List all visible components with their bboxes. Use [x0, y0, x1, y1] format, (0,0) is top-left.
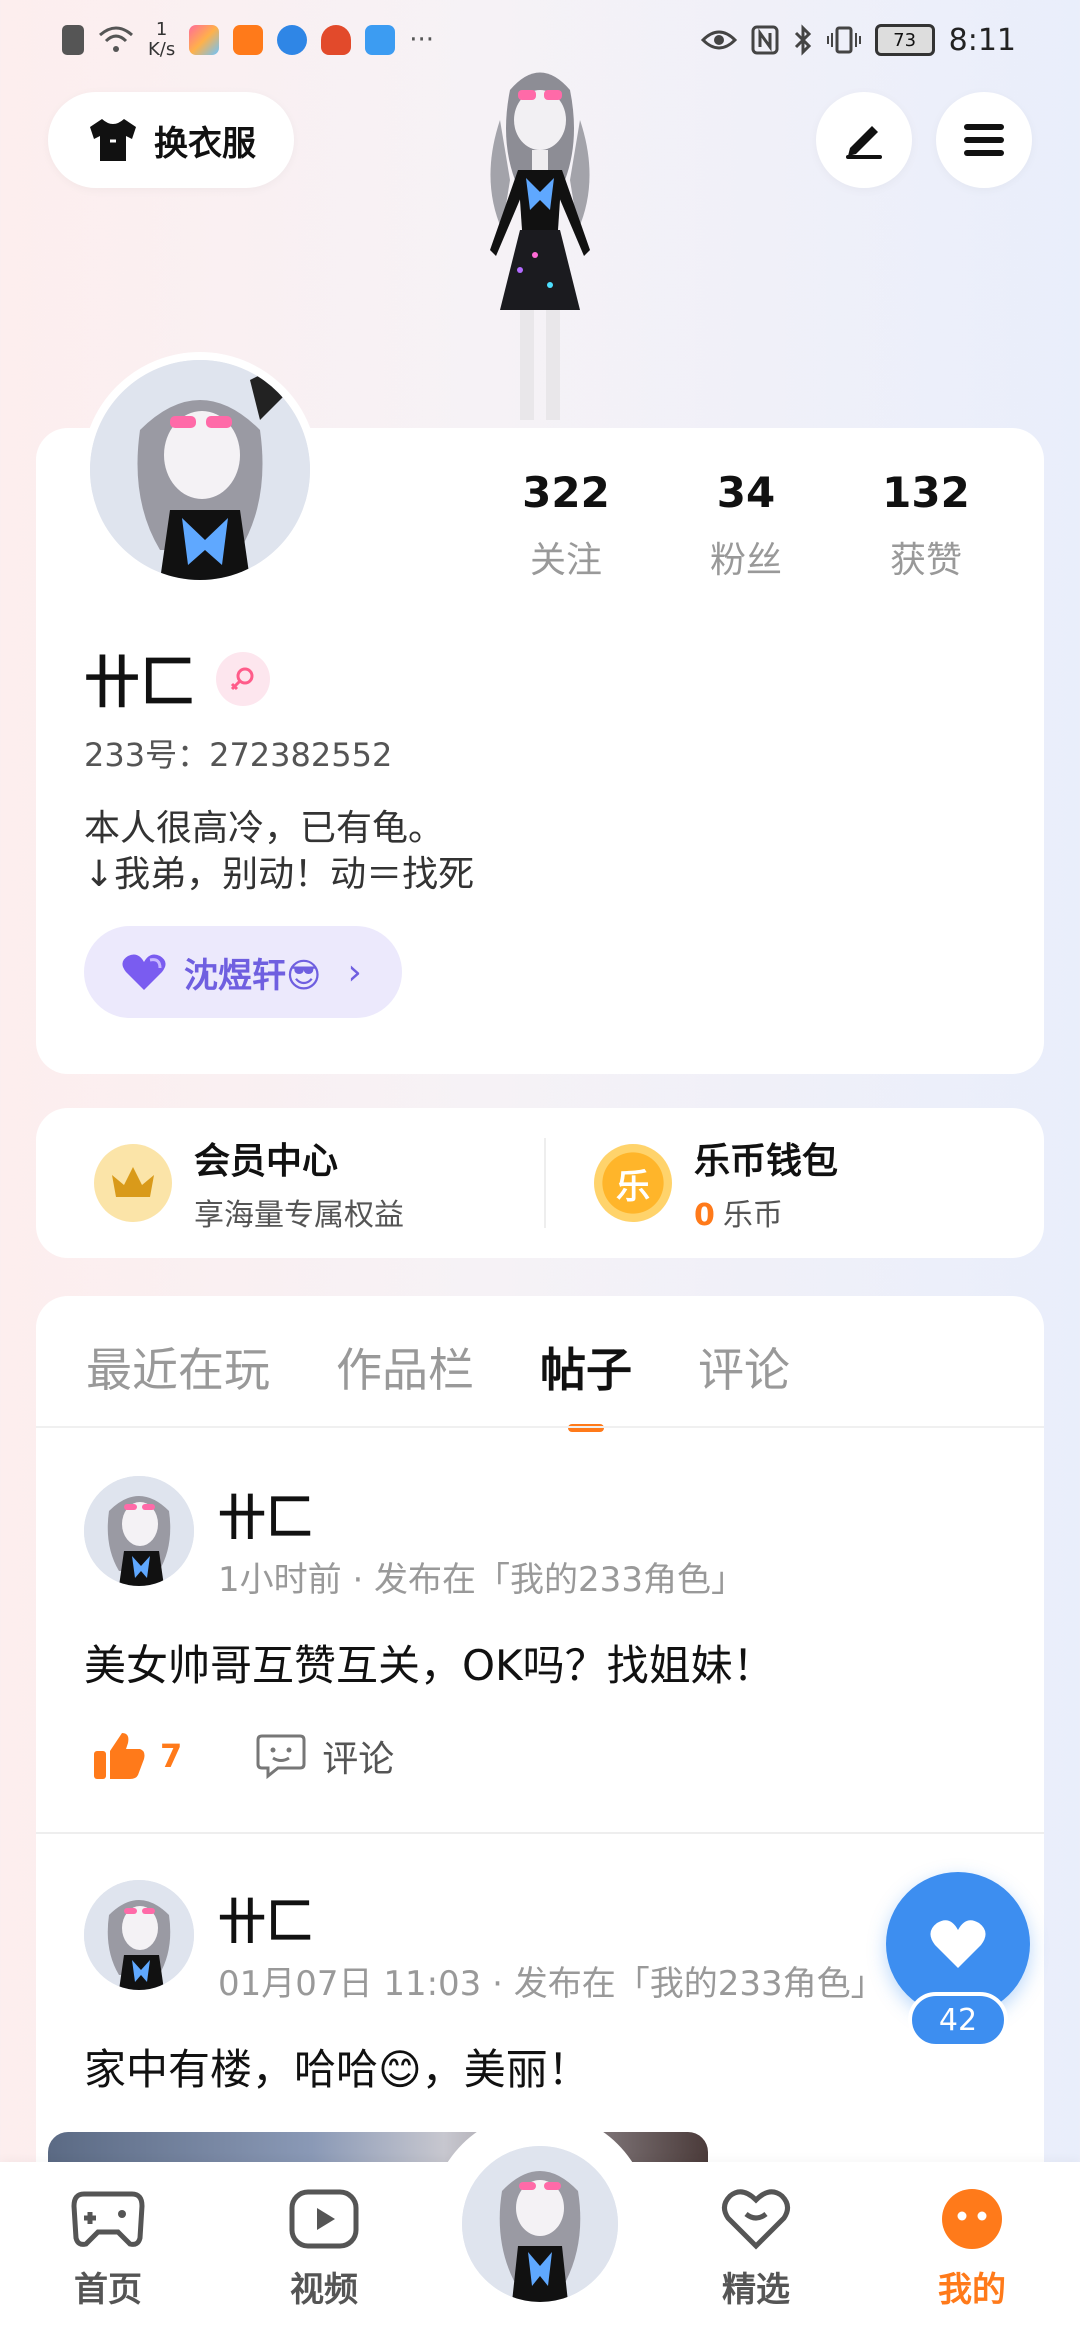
- tab-recently-played[interactable]: 最近在玩: [86, 1334, 270, 1436]
- followers-stat[interactable]: 34 粉丝: [656, 468, 836, 583]
- followers-label: 粉丝: [709, 540, 782, 581]
- post-meta: 1小时前 · 发布在「我的233角色」: [218, 1560, 745, 1600]
- network-speed: 1 K/s: [148, 19, 176, 60]
- chevron-right-icon: ›: [347, 951, 362, 993]
- nav-video-label: 视频: [290, 2270, 358, 2310]
- profile-avatar[interactable]: [82, 352, 318, 588]
- post-text[interactable]: 美女帅哥互赞互关，OK吗？找姐妹！: [84, 1632, 775, 1693]
- nav-mine-label: 我的: [938, 2270, 1006, 2310]
- member-center-subtitle: 享海量专属权益: [194, 1198, 404, 1233]
- nav-video[interactable]: 视频: [264, 2188, 384, 2311]
- thumbs-up-icon: [94, 1733, 145, 1779]
- avatar-character-figure[interactable]: [440, 60, 640, 430]
- notification-alert-icon: [62, 25, 84, 55]
- likes-stat[interactable]: 132 获赞: [836, 468, 1016, 583]
- tab-divider: [36, 1426, 1044, 1428]
- edit-profile-button[interactable]: [816, 92, 912, 188]
- crown-icon: [94, 1144, 172, 1222]
- likes-count: 132: [882, 468, 970, 517]
- change-outfit-label: 换衣服: [154, 123, 256, 164]
- wifi-icon: [99, 26, 133, 52]
- likes-label: 获赞: [889, 540, 962, 581]
- following-label: 关注: [529, 540, 602, 581]
- coin-unit: 乐币: [722, 1198, 783, 1233]
- relationship-badge[interactable]: 沈煜轩😎 ›: [84, 926, 402, 1018]
- nav-home-label: 首页: [74, 2270, 142, 2310]
- heart-icon: [930, 1920, 986, 1968]
- comment-label: 评论: [322, 1739, 395, 1780]
- post-author-avatar[interactable]: [84, 1880, 194, 1990]
- member-center-entry[interactable]: 会员中心 享海量专属权益: [36, 1132, 544, 1234]
- game-app-icon: [321, 25, 352, 55]
- cloud-app-icon: [365, 25, 396, 55]
- app-notification-icon: [189, 25, 220, 55]
- nav-avatar-center[interactable]: [456, 2140, 624, 2308]
- coin-wallet-title: 乐币钱包: [694, 1141, 839, 1182]
- comment-button[interactable]: 评论: [256, 1730, 394, 1782]
- like-count: 7: [160, 1737, 183, 1775]
- followers-count: 34: [716, 468, 776, 517]
- post-author-name[interactable]: 卄匚: [218, 1478, 314, 1548]
- pen-icon: [846, 126, 882, 159]
- clock: 8:11: [948, 22, 1016, 58]
- coin-count: 0: [694, 1198, 715, 1233]
- nav-mine[interactable]: 我的: [912, 2188, 1032, 2311]
- vibrate-icon: [826, 26, 861, 54]
- member-center-title: 会员中心: [194, 1141, 339, 1182]
- following-stat[interactable]: 322 关注: [476, 468, 656, 583]
- eye-icon: [700, 30, 737, 50]
- comment-icon: [256, 1734, 306, 1780]
- content-tabs: 最近在玩 作品栏 帖子 评论: [86, 1334, 790, 1436]
- user-id: 233号：272382552: [84, 736, 393, 774]
- nickname: 卄匚: [84, 651, 196, 716]
- browser-app-icon: [277, 25, 308, 55]
- coin-icon: 乐: [594, 1144, 672, 1222]
- post-author-avatar[interactable]: [84, 1476, 194, 1586]
- hamburger-menu-icon: [964, 124, 1004, 156]
- tab-comments[interactable]: 评论: [698, 1334, 790, 1436]
- member-wallet-card: 会员中心 享海量专属权益 乐 乐币钱包 0 乐币: [36, 1108, 1044, 1258]
- nav-featured[interactable]: 精选: [696, 2188, 816, 2311]
- nav-featured-label: 精选: [722, 2270, 790, 2310]
- profile-stats: 322 关注 34 粉丝 132 获赞: [476, 468, 1016, 583]
- post-text[interactable]: 家中有楼，哈哈😊，美丽！: [84, 2036, 590, 2097]
- bluetooth-icon: [794, 24, 811, 56]
- change-outfit-button[interactable]: 换衣服: [48, 92, 294, 188]
- featured-heart-icon: [722, 2189, 790, 2250]
- following-count: 322: [522, 468, 610, 517]
- nav-home[interactable]: 首页: [48, 2188, 168, 2311]
- battery-indicator: 73: [874, 24, 935, 56]
- bio: 本人很高冷，已有龟。 ↓我弟，别动！动＝找死: [84, 806, 474, 898]
- more-notifications: ···: [409, 25, 435, 55]
- video-app-icon: [233, 25, 264, 55]
- post-meta: 01月07日 11:03 · 发布在「我的233角色」: [218, 1964, 885, 2004]
- bio-line-1: 本人很高冷，已有龟。: [84, 808, 445, 849]
- female-gender-icon: [216, 651, 270, 706]
- bio-line-2: ↓我弟，别动！动＝找死: [84, 854, 475, 895]
- coin-wallet-balance: 0 乐币: [694, 1190, 838, 1234]
- tab-posts[interactable]: 帖子: [540, 1334, 632, 1436]
- video-play-icon: [289, 2189, 359, 2249]
- menu-button[interactable]: [936, 92, 1032, 188]
- post-actions: 7 评论: [92, 1730, 394, 1782]
- gamepad-icon: [71, 2191, 145, 2247]
- smiley-orange-icon: [942, 2189, 1002, 2249]
- tab-works[interactable]: 作品栏: [336, 1334, 474, 1436]
- post-author-name[interactable]: 卄匚: [218, 1882, 314, 1952]
- coin-wallet-entry[interactable]: 乐 乐币钱包 0 乐币: [546, 1132, 1044, 1234]
- nfc-icon: [751, 25, 779, 55]
- tshirt-icon: [90, 119, 136, 161]
- nickname-row: 卄匚: [84, 638, 270, 719]
- floating-like-count: 42: [908, 1992, 1008, 2048]
- purple-heart-icon: [122, 954, 166, 990]
- post-divider: [36, 1832, 1044, 1834]
- relationship-name: 沈煜轩😎: [184, 955, 322, 996]
- like-button[interactable]: 7: [92, 1731, 182, 1781]
